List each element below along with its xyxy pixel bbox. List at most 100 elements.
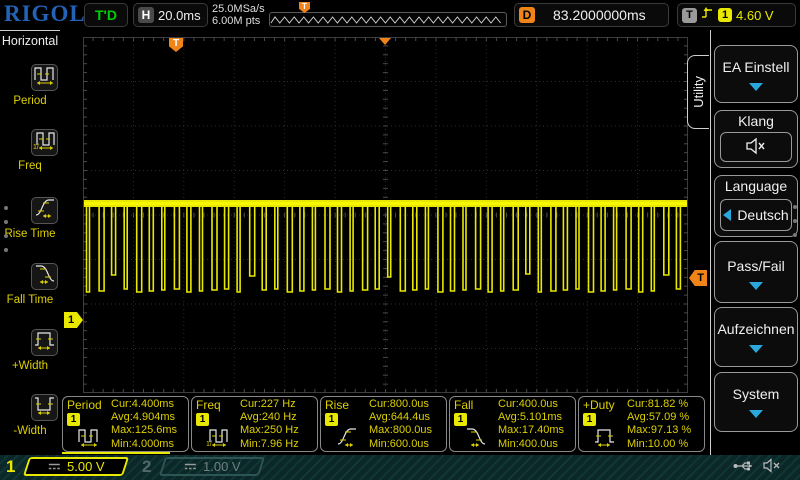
- chevron-down-icon: [749, 345, 763, 353]
- fall-time-icon: [33, 262, 57, 291]
- measurement-scrollbar[interactable]: [62, 452, 170, 454]
- softkey-klang[interactable]: Klang: [714, 110, 798, 168]
- measurement-row-max: Max:800.0us: [369, 424, 432, 437]
- right-softkey-menu: EA Einstell Klang LanguageDeutschPass/Fail…: [710, 30, 800, 455]
- graticule-and-waveform: [83, 37, 688, 393]
- softkey-aufzeichnen[interactable]: Aufzeichnen: [714, 307, 798, 367]
- scroll-dot: [4, 248, 8, 252]
- measurement-row-max: Max:250 Hz: [240, 424, 299, 437]
- measurement-values: Cur:4.400msAvg:4.904msMax:125.6msMin:4.0…: [111, 398, 177, 451]
- measurement-row-max: Max:17.40ms: [498, 424, 564, 437]
- trigger-status-text: T'D: [95, 7, 117, 23]
- left-menu-title: Horizontal: [0, 34, 60, 48]
- rise-time-icon: [335, 436, 359, 453]
- measurement-row-min: Min:4.000ms: [111, 438, 177, 451]
- svg-text:1/: 1/: [206, 441, 212, 448]
- softkey-inner-button[interactable]: [720, 132, 792, 162]
- delay-label: D: [519, 7, 535, 23]
- left-menu-item-label: Period: [0, 95, 60, 107]
- scroll-dot: [4, 234, 8, 238]
- left-menu-item-width[interactable]: [31, 394, 58, 421]
- measurement-stat-value: 5.101ms: [520, 411, 562, 423]
- freq-icon: 1/: [206, 436, 230, 453]
- measurement-stat-label: Max:: [498, 424, 522, 436]
- timebase-value: 20.0ms: [158, 8, 201, 23]
- measurement-stat-value: 644.4us: [391, 411, 430, 423]
- channel2-indicator[interactable]: 1.00 V: [159, 457, 265, 476]
- measurement-row-avg: Avg:644.4us: [369, 411, 432, 424]
- speaker-muted-icon: [745, 137, 767, 158]
- measurement-row-cur: Cur:4.400ms: [111, 398, 177, 411]
- channel1-number[interactable]: 1: [6, 455, 15, 479]
- measurement-stat-value: 57.09 %: [649, 411, 689, 423]
- measurement-stat-label: Avg:: [627, 411, 649, 423]
- measurement-stat-label: Cur:: [111, 398, 132, 410]
- left-menu-item-label: Fall Time: [0, 294, 60, 306]
- trigger-readout: T 1 4.60 V: [677, 3, 796, 27]
- waveform-preview-bar[interactable]: [269, 12, 507, 27]
- left-menu-item-rise-time[interactable]: [31, 197, 58, 224]
- measurement-values: Cur:400.0usAvg:5.101msMax:17.40msMin:400…: [498, 398, 564, 451]
- minus-width-icon: [33, 393, 57, 422]
- channel2-number[interactable]: 2: [142, 455, 151, 479]
- chevron-down-icon: [749, 83, 763, 91]
- measurement-panel-rise[interactable]: Rise1Cur:800.0usAvg:644.4usMax:800.0usMi…: [320, 396, 447, 452]
- measurement-stat-value: 800.0us: [390, 398, 429, 410]
- utility-menu-tab[interactable]: Utility: [687, 55, 709, 129]
- page-dot: [793, 219, 797, 223]
- measurement-stat-value: 4.904ms: [133, 411, 175, 423]
- channel-scale-value: 5.00 V: [67, 459, 105, 474]
- plus-width-icon: [593, 436, 617, 453]
- left-menu-item-label: -Width: [0, 425, 60, 437]
- measurement-panel-duty[interactable]: +Duty1Cur:81.82 %Avg:57.09 %Max:97.13 %M…: [578, 396, 705, 452]
- left-menu-item-freq[interactable]: 1/: [31, 129, 58, 156]
- measurement-panel-freq[interactable]: Freq11/Cur:227 HzAvg:240 HzMax:250 HzMin…: [191, 396, 318, 452]
- dc-coupling-icon: [48, 458, 61, 476]
- measurement-row-max: Max:125.6ms: [111, 424, 177, 437]
- measurement-stat-value: 240 Hz: [262, 411, 297, 423]
- top-status-bar: RIGOL T'D H 20.0ms 25.0MSa/s 6.00M pts T…: [0, 0, 800, 30]
- measurement-row-avg: Avg:57.09 %: [627, 411, 691, 424]
- softkey-inner-button[interactable]: Deutsch: [720, 199, 792, 231]
- measurement-stat-label: Max:: [240, 424, 264, 436]
- measurement-panel-fall[interactable]: Fall1Cur:400.0usAvg:5.101msMax:17.40msMi…: [449, 396, 576, 452]
- softkey-language[interactable]: LanguageDeutsch: [714, 175, 798, 237]
- measurement-stat-label: Cur:: [369, 398, 390, 410]
- softkey-value: Deutsch: [737, 207, 788, 223]
- chevron-down-icon: [749, 410, 763, 418]
- measurement-row-avg: Avg:4.904ms: [111, 411, 177, 424]
- measurement-stat-value: 4.000ms: [132, 438, 174, 450]
- softkey-ea-einstell[interactable]: EA Einstell: [714, 45, 798, 103]
- measurement-stat-label: Cur:: [240, 398, 261, 410]
- usb-icon: [733, 459, 755, 477]
- measurement-stat-label: Cur:: [498, 398, 519, 410]
- softkey-label: System: [715, 386, 797, 402]
- channel1-indicator[interactable]: 5.00 V: [23, 457, 129, 476]
- svg-text:1/: 1/: [33, 144, 39, 151]
- period-icon: [33, 63, 57, 92]
- trigger-source-badge: 1: [718, 8, 732, 22]
- measurement-stat-label: Avg:: [240, 411, 262, 423]
- left-menu-item-width[interactable]: [31, 329, 58, 356]
- right-menu-page-dots: [793, 205, 797, 247]
- softkey-system[interactable]: System: [714, 372, 798, 432]
- measurement-stat-value: 227 Hz: [261, 398, 296, 410]
- measurement-stat-value: 800.0us: [393, 424, 432, 436]
- trigger-level-marker[interactable]: T: [689, 270, 707, 286]
- channel1-ground-marker[interactable]: 1: [64, 312, 83, 328]
- scroll-dot: [4, 220, 8, 224]
- softkey-pass-fail[interactable]: Pass/Fail: [714, 241, 798, 303]
- left-menu-item-label: Rise Time: [0, 228, 60, 240]
- measurement-panel-period[interactable]: Period1Cur:4.400msAvg:4.904msMax:125.6ms…: [62, 396, 189, 452]
- chevron-left-icon: [723, 209, 731, 221]
- measurement-values: Cur:800.0usAvg:644.4usMax:800.0usMin:600…: [369, 398, 432, 451]
- measurement-name: Freq: [196, 398, 221, 412]
- measurement-row-cur: Cur:81.82 %: [627, 398, 691, 411]
- measurement-name: Rise: [325, 398, 349, 412]
- left-menu-item-fall-time[interactable]: [31, 263, 58, 290]
- measurement-row-min: Min:600.0us: [369, 438, 432, 451]
- measurement-stat-label: Max:: [369, 424, 393, 436]
- left-menu-item-period[interactable]: [31, 64, 58, 91]
- channel-scale-value: 1.00 V: [203, 459, 241, 474]
- horizontal-center-marker: [379, 38, 391, 45]
